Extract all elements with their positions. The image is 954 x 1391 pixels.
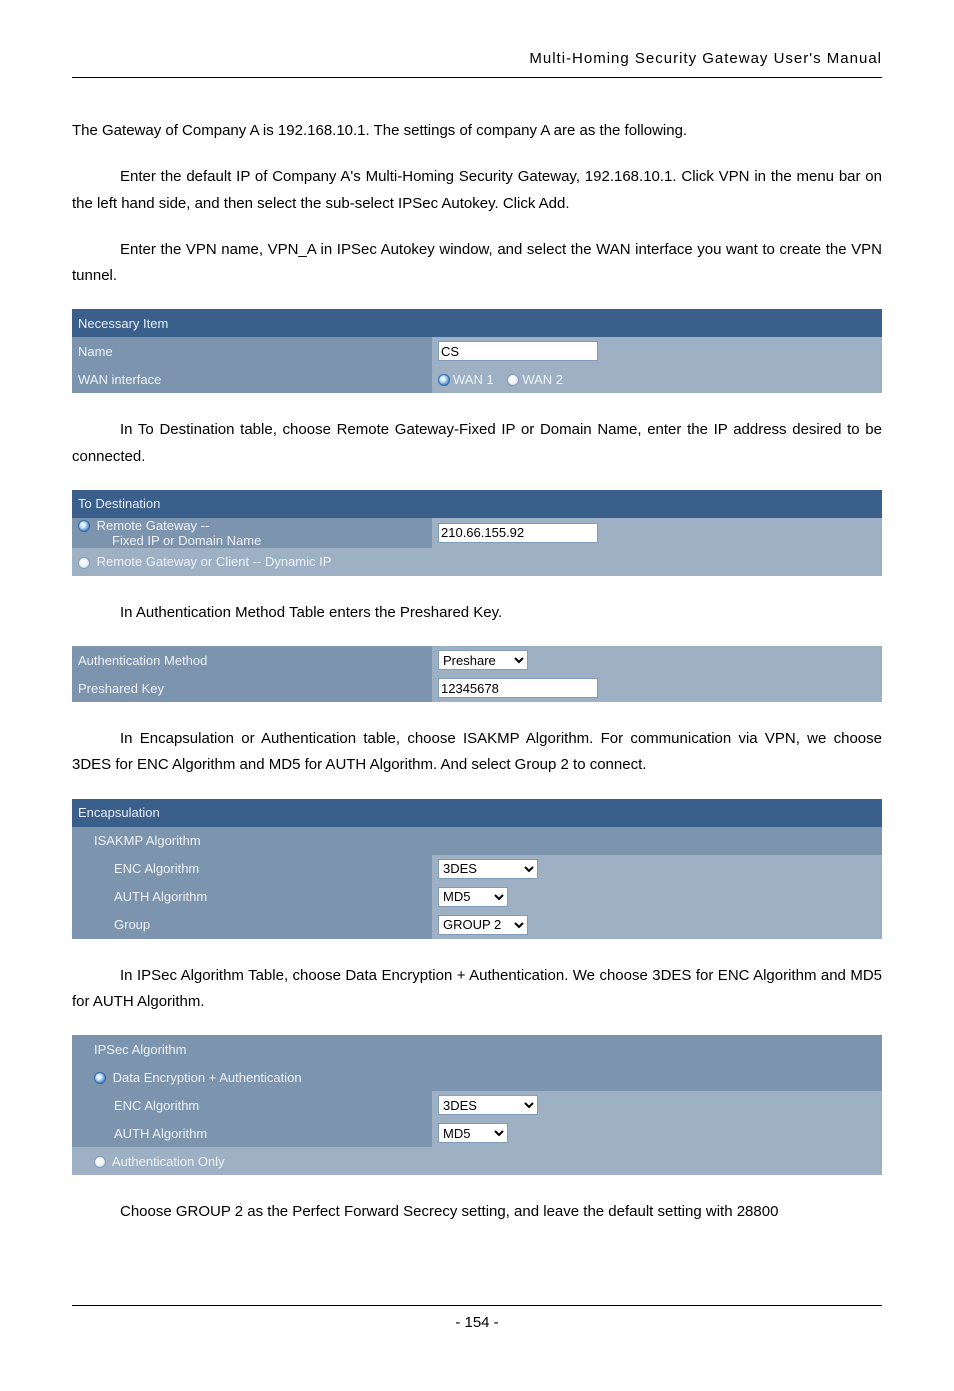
remote-ip-input[interactable]: [438, 523, 598, 543]
wan1-label: WAN 1: [453, 372, 494, 387]
remote-gateway-ip-cell: [432, 518, 882, 548]
dynamic-ip-text: Remote Gateway or Client -- Dynamic IP: [97, 554, 332, 569]
isakmp-label: ISAKMP Algorithm: [72, 827, 882, 855]
enc-algorithm-cell: 3DES: [432, 855, 882, 883]
data-enc-auth-text: Data Encryption + Authentication: [113, 1070, 302, 1085]
radio-auth-only[interactable]: [94, 1156, 106, 1168]
to-destination-table: To Destination Remote Gateway -- Fixed I…: [72, 490, 882, 576]
paragraph-7: In IPSec Algorithm Table, choose Data En…: [72, 963, 882, 1016]
radio-wan1[interactable]: [438, 374, 450, 386]
remote-gateway-fixed-label: Remote Gateway -- Fixed IP or Domain Nam…: [72, 518, 432, 548]
auth-algorithm-label: AUTH Algorithm: [72, 883, 432, 911]
paragraph-3: Enter the VPN name, VPN_A in IPSec Autok…: [72, 237, 882, 290]
ipsec-auth-select[interactable]: MD5: [438, 1123, 508, 1143]
paragraph-1: The Gateway of Company A is 192.168.10.1…: [72, 118, 882, 144]
auth-method-table: Authentication Method Preshare Preshared…: [72, 646, 882, 702]
radio-wan2[interactable]: [507, 374, 519, 386]
paragraph-2: Enter the default IP of Company A's Mult…: [72, 164, 882, 217]
wan2-label: WAN 2: [522, 372, 563, 387]
remote-gw-line2: Fixed IP or Domain Name: [78, 533, 261, 548]
auth-method-cell: Preshare: [432, 646, 882, 674]
necessary-item-table: Necessary Item Name WAN interface WAN 1 …: [72, 309, 882, 393]
auth-algorithm-select[interactable]: MD5: [438, 887, 508, 907]
page-header: Multi-Homing Security Gateway User's Man…: [72, 50, 882, 78]
ipsec-enc-cell: 3DES: [432, 1091, 882, 1119]
auth-method-select[interactable]: Preshare: [438, 650, 528, 670]
paragraph-8: Choose GROUP 2 as the Perfect Forward Se…: [72, 1199, 882, 1225]
auth-algorithm-cell: MD5: [432, 883, 882, 911]
group-select[interactable]: GROUP 2: [438, 915, 528, 935]
group-label: Group: [72, 911, 432, 939]
ipsec-header: IPSec Algorithm: [72, 1035, 882, 1063]
radio-fixed-ip[interactable]: [78, 520, 90, 532]
paragraph-5: In Authentication Method Table enters th…: [72, 600, 882, 626]
paragraph-6: In Encapsulation or Authentication table…: [72, 726, 882, 779]
wan-interface-cell: WAN 1 WAN 2: [432, 365, 882, 393]
preshared-key-input[interactable]: [438, 678, 598, 698]
radio-dynamic-ip[interactable]: [78, 557, 90, 569]
encapsulation-table: Encapsulation ISAKMP Algorithm ENC Algor…: [72, 799, 882, 939]
remote-gateway-dynamic-label: Remote Gateway or Client -- Dynamic IP: [72, 548, 882, 576]
page-footer: - 154 -: [72, 1305, 882, 1331]
preshared-key-cell: [432, 674, 882, 702]
ipsec-enc-label: ENC Algorithm: [72, 1091, 432, 1119]
table-header: Encapsulation: [72, 799, 882, 827]
paragraph-4: In To Destination table, choose Remote G…: [72, 417, 882, 470]
auth-only-label: Authentication Only: [72, 1147, 882, 1175]
table-header: Necessary Item: [72, 309, 882, 337]
name-value-cell: [432, 337, 882, 365]
data-enc-auth-label: Data Encryption + Authentication: [72, 1063, 882, 1091]
preshared-key-label: Preshared Key: [72, 674, 432, 702]
enc-algorithm-select[interactable]: 3DES: [438, 859, 538, 879]
name-label: Name: [72, 337, 432, 365]
name-input[interactable]: [438, 341, 598, 361]
radio-data-enc-auth[interactable]: [94, 1072, 106, 1084]
auth-only-text: Authentication Only: [112, 1154, 225, 1169]
ipsec-enc-select[interactable]: 3DES: [438, 1095, 538, 1115]
group-cell: GROUP 2: [432, 911, 882, 939]
auth-method-label: Authentication Method: [72, 646, 432, 674]
ipsec-auth-cell: MD5: [432, 1119, 882, 1147]
ipsec-algorithm-table: IPSec Algorithm Data Encryption + Authen…: [72, 1035, 882, 1175]
ipsec-auth-label: AUTH Algorithm: [72, 1119, 432, 1147]
remote-gw-line1: Remote Gateway --: [97, 518, 210, 533]
enc-algorithm-label: ENC Algorithm: [72, 855, 432, 883]
table-header: To Destination: [72, 490, 882, 518]
wan-interface-label: WAN interface: [72, 365, 432, 393]
